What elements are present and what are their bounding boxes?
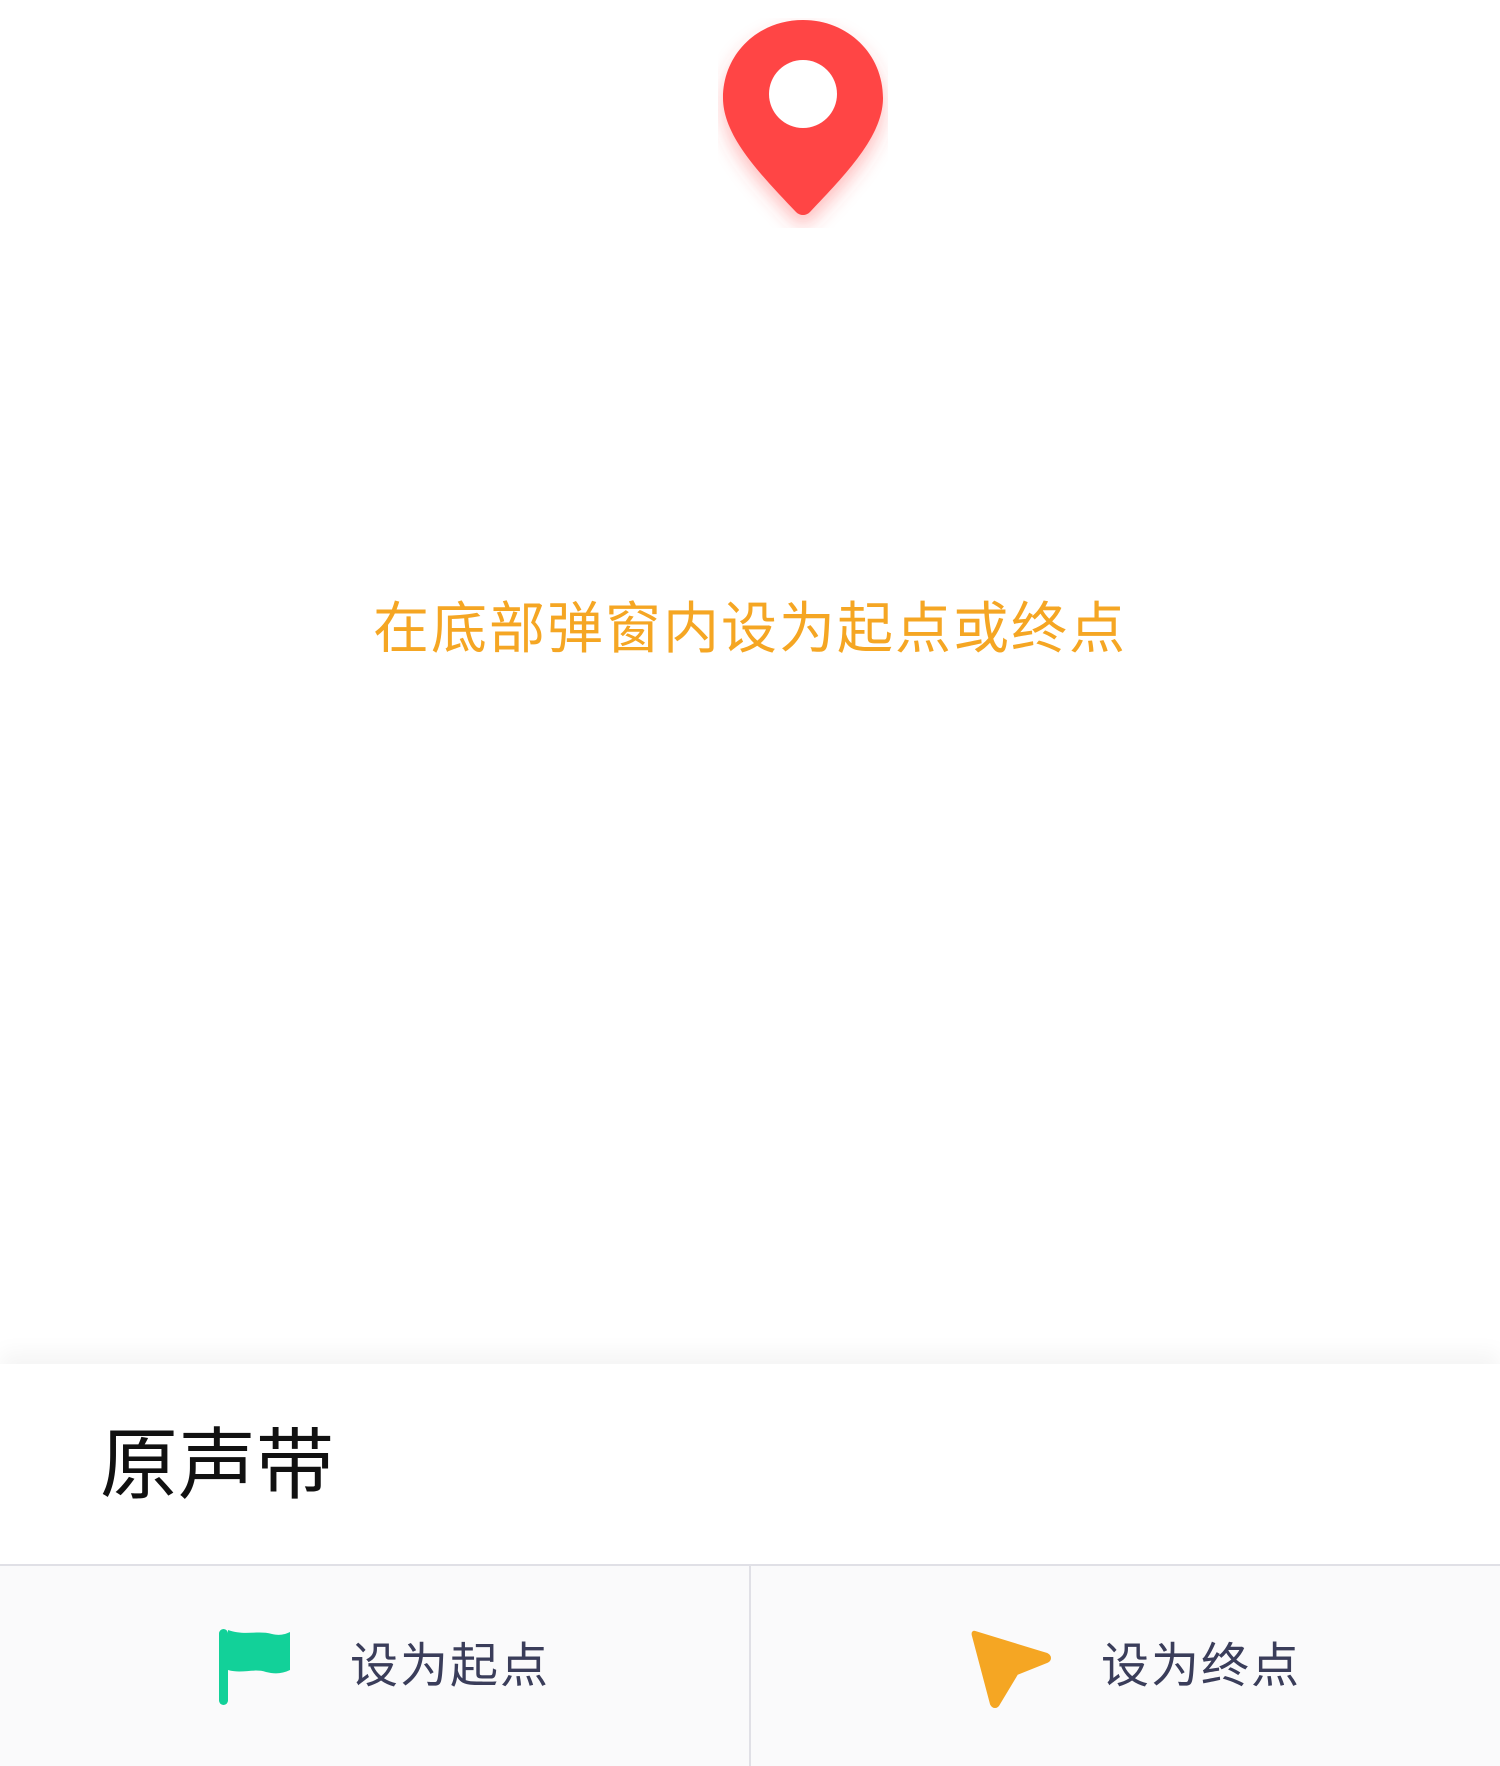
set-end-button[interactable]: 设为终点 — [749, 1566, 1500, 1766]
map-canvas[interactable]: 在底部弹窗内设为起点或终点 — [0, 0, 1500, 1364]
green-flag-icon — [216, 1628, 296, 1708]
location-pin-icon — [718, 18, 888, 228]
place-name: 原声带 — [100, 1421, 335, 1511]
orange-arrow-icon — [971, 1628, 1051, 1708]
action-bar: 设为起点 设为终点 — [0, 1564, 1500, 1766]
set-start-button[interactable]: 设为起点 — [0, 1566, 749, 1766]
set-end-label: 设为终点 — [1101, 1638, 1302, 1694]
set-start-label: 设为起点 — [350, 1638, 551, 1694]
map-hint-text: 在底部弹窗内设为起点或终点 — [373, 597, 1127, 662]
